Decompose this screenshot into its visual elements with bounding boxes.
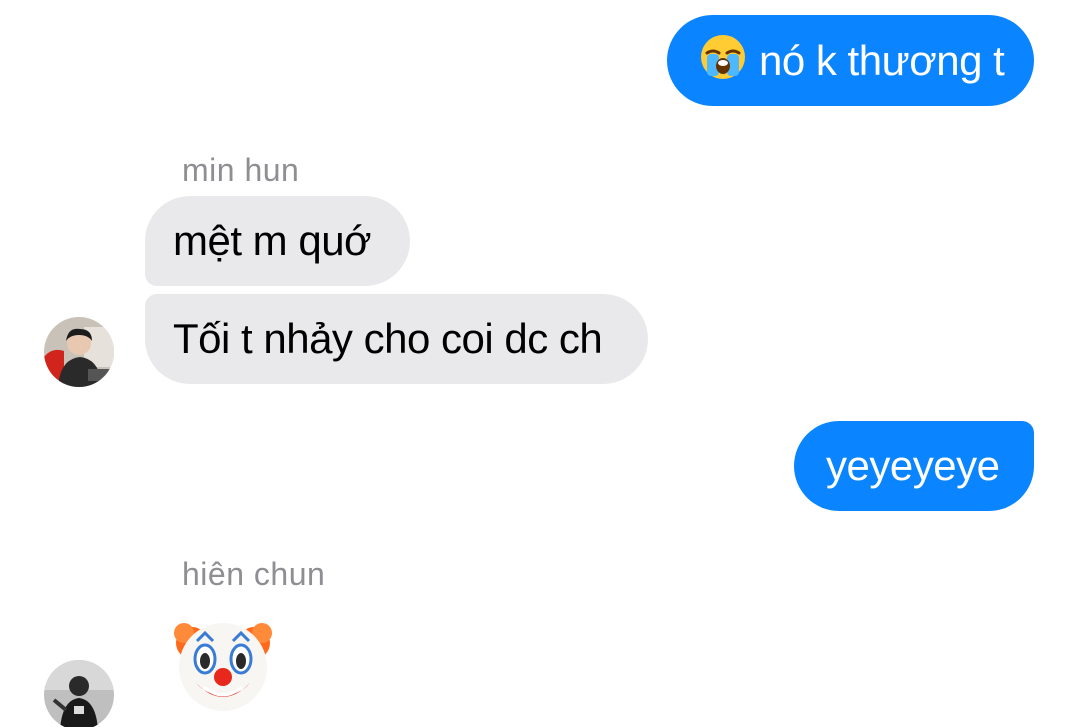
- sender-name: min hun: [182, 152, 300, 188]
- message-text: nó k thương t: [759, 36, 1005, 84]
- clown-face-emoji[interactable]: [170, 613, 276, 713]
- sender-avatar[interactable]: [44, 660, 114, 727]
- outgoing-message-bubble[interactable]: nó k thương t: [667, 15, 1034, 106]
- sender-name: hiên chun: [182, 556, 326, 592]
- outgoing-message-bubble[interactable]: yeyeyeye: [794, 421, 1034, 511]
- chat-thread: nó k thương t min hun mệt m quớ Tối t nh…: [0, 0, 1080, 727]
- message-text: yeyeyeye: [826, 442, 1000, 489]
- sender-avatar[interactable]: [44, 317, 114, 387]
- incoming-message-bubble[interactable]: mệt m quớ: [145, 196, 410, 286]
- loudly-crying-face-emoji: [699, 33, 747, 88]
- message-text: Tối t nhảy cho coi dc ch: [173, 315, 603, 362]
- message-text: mệt m quớ: [173, 217, 372, 264]
- incoming-message-bubble[interactable]: Tối t nhảy cho coi dc ch: [145, 294, 648, 384]
